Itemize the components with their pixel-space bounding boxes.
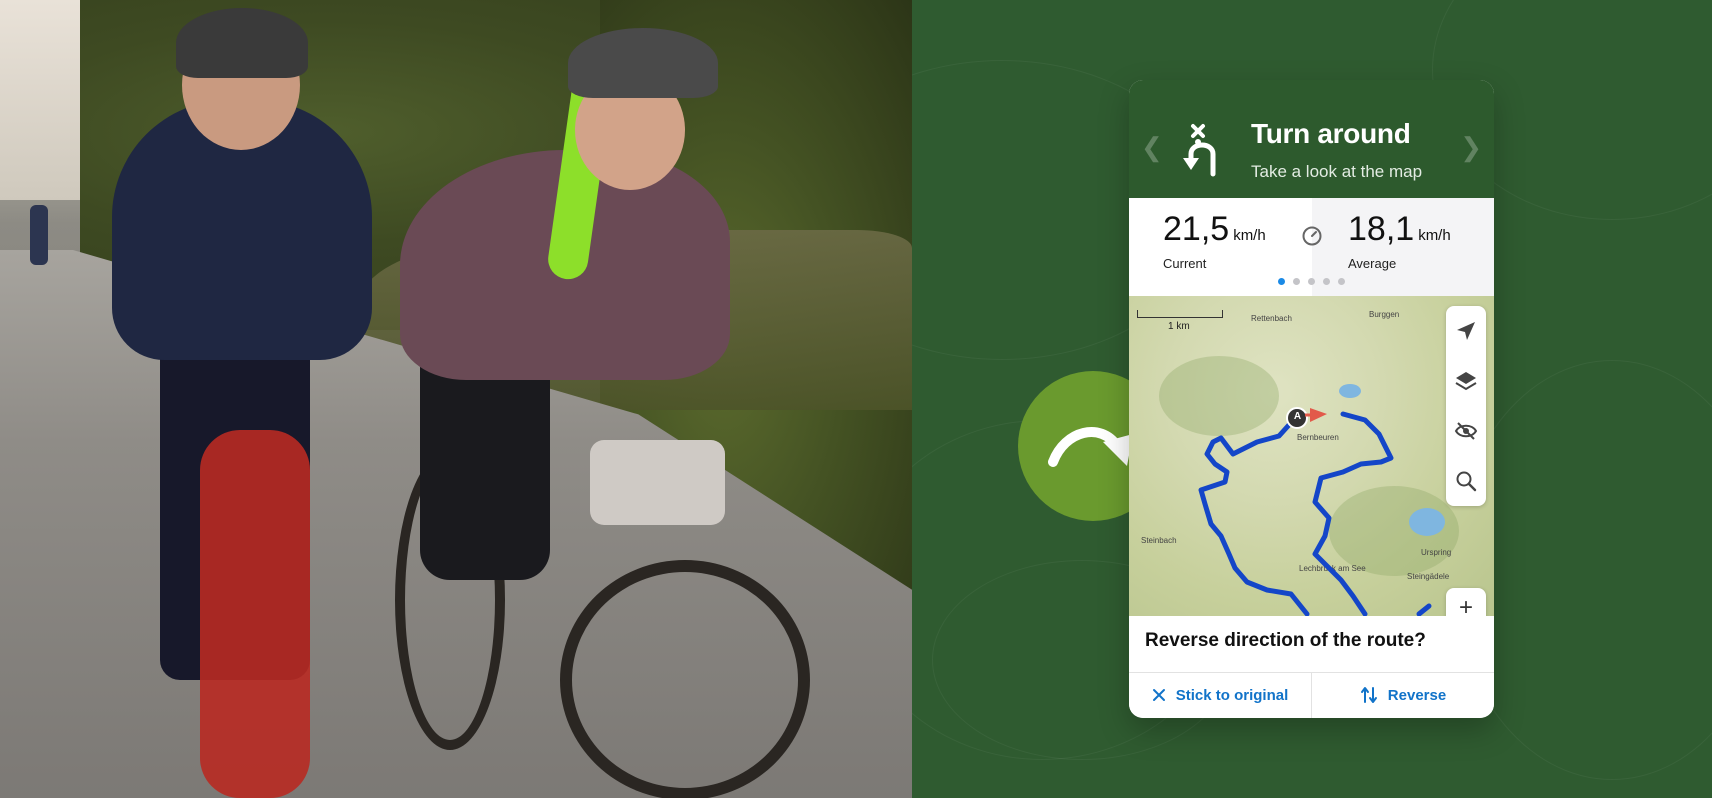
- instruction-title: Turn around: [1251, 118, 1411, 149]
- route-map[interactable]: 1 km Rettenbach Burggen Bernbeuren Stein…: [1129, 296, 1494, 616]
- search-icon: [1456, 471, 1477, 492]
- turn-instruction-header: ❮ ❯ Turn around Take a look at the map: [1129, 80, 1494, 198]
- reverse-route-dialog: Reverse direction of the route? Stick to…: [1129, 616, 1494, 718]
- speed-stats[interactable]: 21,5 km/h Current 18,1 km/h Average: [1129, 198, 1494, 296]
- distant-cyclist: [30, 205, 48, 265]
- zoom-in-button[interactable]: +: [1446, 588, 1486, 616]
- search-button[interactable]: [1453, 468, 1479, 494]
- u-turn-icon: [1183, 124, 1216, 177]
- location-arrow-icon: [1457, 322, 1475, 340]
- handlebar-bag: [590, 440, 725, 525]
- reverse-question: Reverse direction of the route?: [1145, 630, 1426, 651]
- current-speed-unit: km/h: [1233, 227, 1266, 244]
- close-icon: [1152, 689, 1165, 701]
- stats-pager[interactable]: [1129, 278, 1494, 285]
- curved-arrow-icon: [1048, 427, 1133, 467]
- previous-instruction-icon[interactable]: ❮: [1141, 132, 1163, 163]
- next-instruction-icon[interactable]: ❯: [1460, 132, 1482, 163]
- locate-button[interactable]: [1453, 318, 1479, 344]
- start-marker[interactable]: A: [1291, 411, 1304, 422]
- hide-overlay-button[interactable]: [1453, 418, 1479, 444]
- eye-off-icon: [1454, 422, 1478, 440]
- average-speed-unit: km/h: [1418, 227, 1451, 244]
- cyclist-2-front-wheel: [560, 560, 810, 798]
- navigation-card: ❮ ❯ Turn around Take a look at the map 2…: [1129, 80, 1494, 718]
- cyclists-photo: [0, 0, 912, 798]
- pager-dot[interactable]: [1323, 278, 1330, 285]
- map-toolbar: [1446, 306, 1486, 506]
- cyclist-1-bike: [200, 430, 310, 798]
- pager-dot[interactable]: [1278, 278, 1285, 285]
- average-speed: 18,1 km/h Average: [1348, 210, 1451, 271]
- plus-icon: +: [1458, 594, 1473, 616]
- layers-button[interactable]: [1453, 368, 1479, 394]
- pager-dot[interactable]: [1338, 278, 1345, 285]
- current-speed-label: Current: [1163, 256, 1207, 271]
- cyclist-1-helmet: [176, 8, 308, 78]
- average-speed-label: Average: [1348, 256, 1397, 271]
- cyclist-2-helmet: [568, 28, 718, 98]
- reverse-label: Reverse: [1387, 686, 1447, 704]
- stick-to-original-button[interactable]: Stick to original: [1129, 672, 1311, 718]
- speedometer-icon: [1302, 226, 1322, 246]
- stick-label: Stick to original: [1175, 686, 1289, 704]
- current-speed: 21,5 km/h Current: [1163, 210, 1266, 271]
- current-speed-value: 21,5: [1163, 210, 1230, 248]
- reverse-button[interactable]: Reverse: [1312, 672, 1494, 718]
- instruction-subtitle: Take a look at the map: [1251, 162, 1423, 181]
- route-line: [1198, 407, 1432, 616]
- average-speed-value: 18,1: [1348, 210, 1415, 248]
- pager-dot[interactable]: [1308, 278, 1315, 285]
- pager-dot[interactable]: [1293, 278, 1300, 285]
- layers-icon: [1455, 372, 1477, 391]
- swap-arrows-icon: [1360, 687, 1377, 703]
